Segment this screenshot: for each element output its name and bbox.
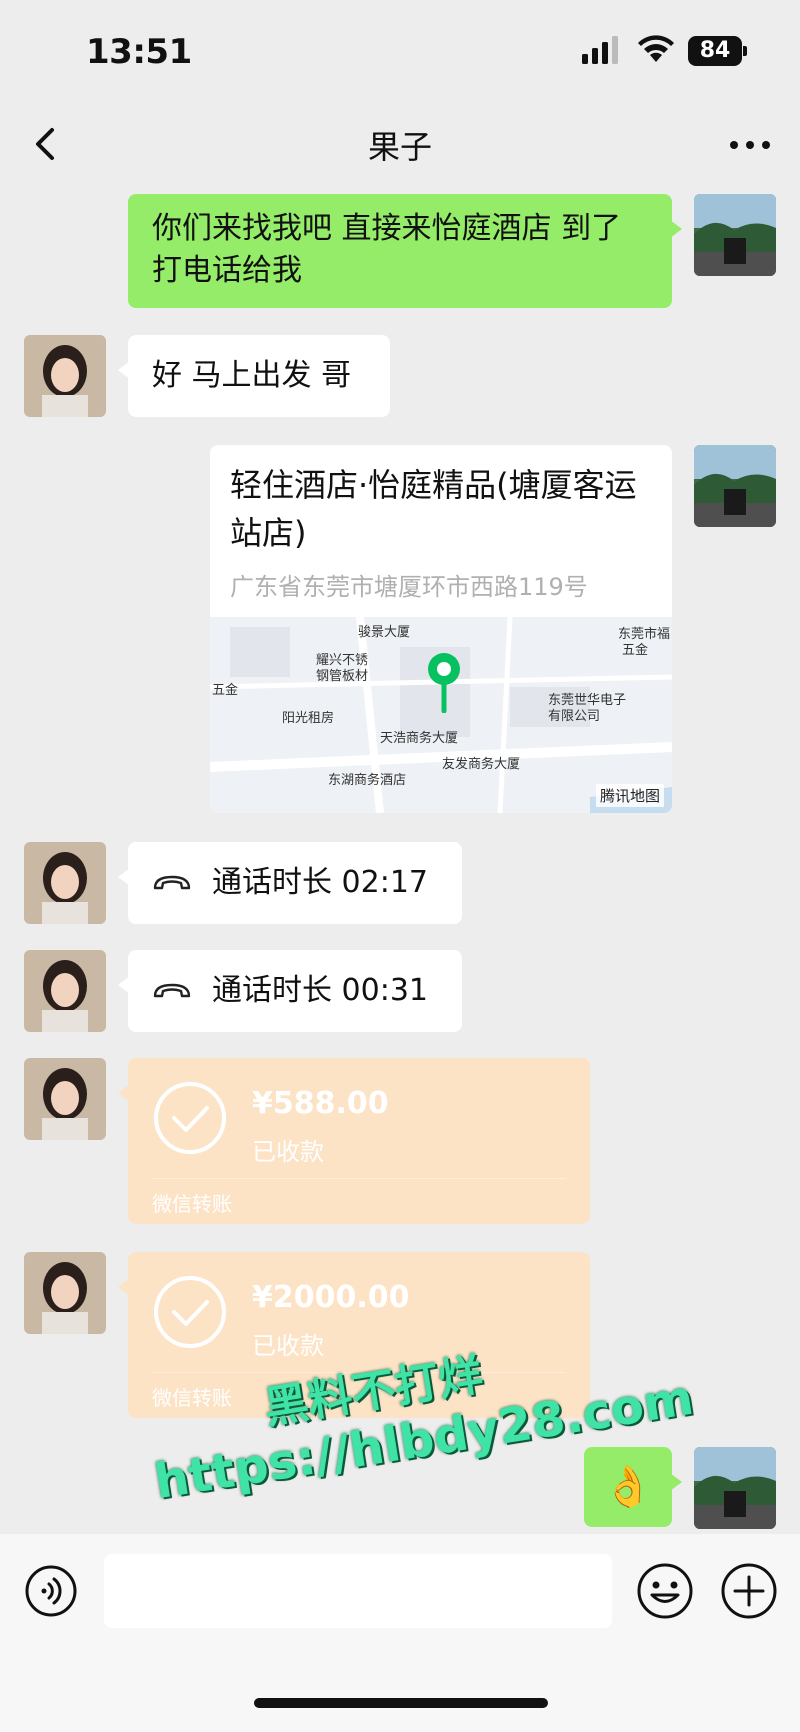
map-label: 友发商务大厦 bbox=[442, 757, 521, 772]
battery-indicator: 84 bbox=[688, 36, 748, 66]
cellular-signal-icon bbox=[582, 36, 618, 64]
map-label: 五金 bbox=[212, 683, 239, 698]
battery-tip bbox=[743, 46, 747, 56]
transfer-card[interactable]: ¥588.00 已收款 微信转账 bbox=[118, 1058, 590, 1224]
transfer-amount: ¥588.00 bbox=[252, 1086, 389, 1121]
voice-input-icon[interactable] bbox=[24, 1564, 78, 1618]
self-avatar[interactable] bbox=[694, 445, 776, 527]
call-duration: 通话时长 02:17 bbox=[212, 865, 428, 900]
call-record-bubble[interactable]: 通话时长 02:17 bbox=[118, 842, 462, 924]
self-avatar[interactable] bbox=[694, 194, 776, 276]
call-record-bubble[interactable]: 通话时长 00:31 bbox=[118, 950, 462, 1032]
transfer-amount: ¥2000.00 bbox=[252, 1280, 410, 1315]
map-label: 有限公司 bbox=[548, 709, 601, 724]
divider bbox=[152, 1372, 566, 1373]
plus-more-icon[interactable] bbox=[720, 1562, 778, 1620]
divider bbox=[152, 1178, 566, 1179]
chat-title: 果子 bbox=[367, 128, 432, 166]
map-label: 阳光租房 bbox=[282, 711, 335, 726]
wifi-icon bbox=[638, 35, 674, 62]
ok-hand-emoji: 👌 bbox=[603, 1464, 653, 1510]
checkmark-circle-icon bbox=[154, 1276, 226, 1348]
contact-avatar[interactable] bbox=[24, 1252, 106, 1334]
status-bar: 13:51 84 bbox=[0, 0, 800, 100]
map-label: 钢管板材 bbox=[316, 669, 369, 684]
home-indicator[interactable] bbox=[254, 1698, 548, 1708]
location-name: 轻住酒店·怡庭精品(塘厦客运站店) bbox=[230, 466, 637, 552]
map-pin-icon bbox=[428, 653, 460, 713]
contact-avatar[interactable] bbox=[24, 842, 106, 924]
message-input[interactable] bbox=[104, 1554, 612, 1628]
contact-avatar[interactable] bbox=[24, 335, 106, 417]
map-credit: 腾讯地图 bbox=[595, 784, 664, 807]
transfer-status: 已收款 bbox=[252, 1138, 324, 1166]
message-bubble-self[interactable]: 你们来找我吧 直接来怡庭酒店 到了打电话给我 bbox=[128, 194, 682, 308]
transfer-label: 微信转账 bbox=[152, 1192, 232, 1216]
map-label: 东湖商务酒店 bbox=[328, 773, 407, 788]
phone-hangup-icon bbox=[153, 983, 191, 998]
status-time: 13:51 bbox=[86, 32, 192, 72]
battery-level: 84 bbox=[688, 36, 742, 66]
more-options-icon[interactable] bbox=[728, 130, 772, 160]
emoji-message-bubble[interactable]: 👌 bbox=[584, 1447, 682, 1527]
transfer-label: 微信转账 bbox=[152, 1386, 232, 1410]
location-address: 广东省东莞市塘厦环市西路119号 bbox=[230, 573, 588, 601]
chat-header: 果子 bbox=[0, 100, 800, 190]
checkmark-circle-icon bbox=[154, 1082, 226, 1154]
map-label: 天浩商务大厦 bbox=[380, 731, 459, 746]
message-bubble-contact[interactable]: 好 马上出发 哥 bbox=[118, 335, 390, 417]
contact-avatar[interactable] bbox=[24, 1058, 106, 1140]
contact-avatar[interactable] bbox=[24, 950, 106, 1032]
call-duration: 通话时长 00:31 bbox=[212, 973, 428, 1008]
map-preview[interactable]: 骏景大厦 耀兴不锈 钢管板材 五金 阳光租房 天浩商务大厦 友发商务大厦 东湖商… bbox=[210, 617, 672, 813]
phone-hangup-icon bbox=[153, 875, 191, 890]
self-avatar[interactable] bbox=[694, 1447, 776, 1529]
message-text: 好 马上出发 哥 bbox=[152, 358, 352, 393]
map-label: 五金 bbox=[622, 643, 649, 658]
transfer-status: 已收款 bbox=[252, 1332, 324, 1360]
input-bar bbox=[0, 1534, 800, 1732]
emoji-picker-icon[interactable] bbox=[636, 1562, 694, 1620]
location-card[interactable]: 轻住酒店·怡庭精品(塘厦客运站店) 广东省东莞市塘厦环市西路119号 骏景大厦 … bbox=[210, 445, 672, 813]
map-label: 骏景大厦 bbox=[358, 625, 411, 640]
message-text: 你们来找我吧 直接来怡庭酒店 到了打电话给我 bbox=[152, 211, 622, 288]
transfer-card[interactable]: ¥2000.00 已收款 微信转账 bbox=[118, 1252, 590, 1418]
